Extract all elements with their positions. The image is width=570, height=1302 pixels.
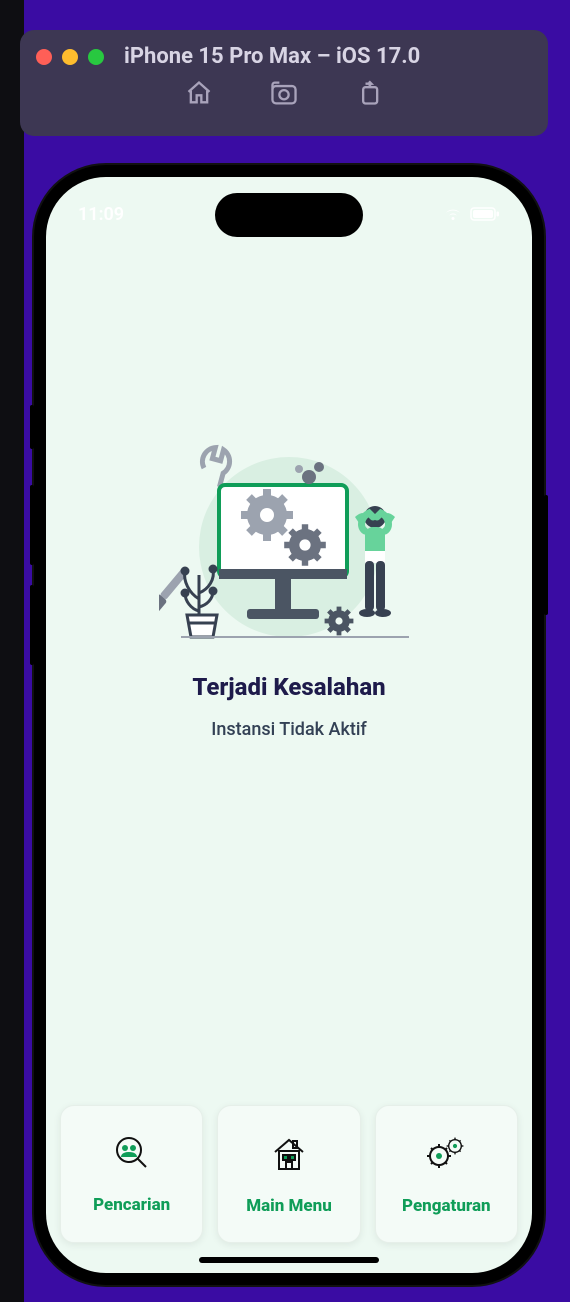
simulator-titlebar: iPhone 15 Pro Max – iOS 17.0 [20, 40, 548, 79]
nav-label: Pengaturan [402, 1196, 491, 1216]
screenshot-button[interactable] [269, 79, 299, 107]
rotate-button[interactable] [355, 79, 383, 107]
nav-label: Pencarian [93, 1195, 170, 1215]
volume-down-button [30, 585, 34, 665]
nav-label: Main Menu [246, 1196, 332, 1216]
phone-screen: 11:09 [46, 177, 532, 1273]
rotate-icon [355, 79, 383, 107]
simulator-title: iPhone 15 Pro Max – iOS 17.0 [124, 44, 420, 69]
home-icon [185, 79, 213, 107]
status-right [442, 206, 500, 222]
window-traffic-lights [36, 49, 104, 65]
home-button[interactable] [185, 79, 213, 107]
mute-switch [30, 405, 34, 449]
battery-icon [470, 207, 500, 221]
wifi-icon [442, 206, 464, 222]
camera-icon [269, 79, 299, 107]
simulator-toolbar [20, 79, 548, 117]
app-body: Terjadi Kesalahan Instansi Tidak Aktif [46, 237, 532, 1105]
phone-frame: 11:09 [34, 165, 544, 1285]
editor-gutter [0, 0, 24, 1302]
error-subtitle: Instansi Tidak Aktif [211, 719, 367, 740]
house-icon [269, 1134, 309, 1174]
simulator-window: iPhone 15 Pro Max – iOS 17.0 [20, 30, 548, 136]
power-button [544, 495, 548, 615]
status-time: 11:09 [78, 204, 124, 225]
nav-card-pengaturan[interactable]: Pengaturan [375, 1105, 518, 1243]
dynamic-island [215, 193, 363, 237]
volume-up-button [30, 485, 34, 565]
zoom-window-button[interactable] [88, 49, 104, 65]
bottom-nav: Pencarian Main Menu [46, 1105, 532, 1273]
home-indicator[interactable] [199, 1257, 379, 1263]
close-window-button[interactable] [36, 49, 52, 65]
error-illustration [159, 437, 419, 647]
nav-card-main-menu[interactable]: Main Menu [217, 1105, 360, 1243]
error-title: Terjadi Kesalahan [192, 673, 385, 701]
gears-icon [425, 1134, 467, 1174]
search-people-icon [113, 1135, 151, 1173]
nav-card-pencarian[interactable]: Pencarian [60, 1105, 203, 1243]
minimize-window-button[interactable] [62, 49, 78, 65]
